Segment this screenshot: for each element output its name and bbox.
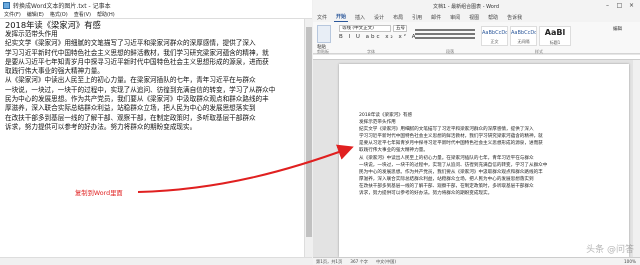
notepad-app-icon bbox=[3, 2, 10, 9]
tab-home[interactable]: 开始 bbox=[334, 13, 349, 22]
tab-tell-me[interactable]: 告诉我 bbox=[505, 14, 524, 22]
status-bar: 第1页，共1页 367 个字 中文(中国) 100% bbox=[313, 257, 640, 265]
style-heading-1[interactable]: AaBl 标题1 bbox=[539, 26, 571, 46]
notepad-window: 转换成Word文本的图片.txt - 记事本 文件(F) 编辑(E) 格式(O)… bbox=[0, 0, 312, 265]
doc-line: 发挥示范带头作用 bbox=[359, 120, 396, 126]
tab-mailings[interactable]: 邮件 bbox=[429, 14, 443, 22]
notepad-line: 民为中心的发展思想。作为共产党员，我们要从《梁家河》中汲取群众观点和群众路线的丰 bbox=[5, 95, 269, 104]
tab-insert[interactable]: 插入 bbox=[353, 14, 367, 22]
notepad-title: 转换成Word文本的图片.txt - 记事本 bbox=[13, 3, 111, 10]
notepad-line: 是要从习近平七年知青岁月中探寻习近平新时代中国特色社会主义思想形成的源泉，进而获 bbox=[5, 57, 269, 66]
format-buttons[interactable]: B I U abc x₂ x² A bbox=[339, 34, 417, 40]
scroll-thumb[interactable] bbox=[306, 27, 312, 237]
desktop: 转换成Word文本的图片.txt - 记事本 文件(F) 编辑(E) 格式(O)… bbox=[0, 0, 640, 265]
notepad-menubar: 文件(F) 编辑(E) 格式(O) 查看(V) 帮助(H) bbox=[0, 11, 312, 19]
close-icon[interactable]: × bbox=[627, 2, 636, 10]
font-name-select[interactable]: 等线 (中文正文) bbox=[339, 25, 391, 32]
doc-line: 诉求，努力提供可以参考的好办法。努力将群众的期盼变成现实。 bbox=[359, 191, 493, 197]
tab-references[interactable]: 引用 bbox=[410, 14, 424, 22]
doc-line: 一块说，一块过，一块干的过程中，实现了从追问、彷徨到充满自信的转变，学习了从群众… bbox=[359, 162, 548, 168]
menu-edit[interactable]: 编辑(E) bbox=[27, 11, 44, 18]
tab-layout[interactable]: 布局 bbox=[391, 14, 405, 22]
tab-design[interactable]: 设计 bbox=[372, 14, 386, 22]
notepad-line: 发挥示范带头作用 bbox=[5, 30, 58, 38]
maximize-icon[interactable]: □ bbox=[615, 2, 624, 10]
document-canvas: 2018年读《梁家河》有感 发挥示范带头作用 纪实文学《梁家河》用细腻的文笔描写… bbox=[313, 60, 640, 257]
doc-line: 在改扶干部多到基层一线的了解干部、观察干部，在制定政策时，多听取基层干部群众 bbox=[359, 183, 534, 189]
ribbon-tabs: 文件 开始 插入 设计 布局 引用 邮件 审阅 视图 帮助 告诉我 bbox=[313, 12, 640, 22]
style-preview: AaBl bbox=[544, 28, 566, 37]
status-word-count: 367 个字 bbox=[350, 258, 368, 264]
style-normal[interactable]: AaBbCcDd 正文 bbox=[481, 26, 508, 46]
doc-line: 厚滋养，深入联合实际总结群众利益，站稳群众立场，把人民为中心的发展思想落实到 bbox=[359, 176, 534, 182]
notepad-text-area[interactable]: 2018年读《梁家河》有感 发挥示范带头作用 纪实文学《梁家河》用细腻的文笔描写… bbox=[3, 19, 304, 259]
notepad-line: 厚滋养，深入联合实际总结群众利益，站稳群众立场，把人民为中心的发展思想落实到 bbox=[5, 104, 256, 113]
notepad-line: 在改扶干部多到基层一线的了解干部、观察干部，在制定政策时，多听取基层干部群众 bbox=[5, 113, 256, 122]
notepad-line: 2018年读《梁家河》有感 bbox=[5, 20, 101, 30]
doc-line: 从《梁家河》中读出人民至上的初心力量。在梁家河插队的七年，青年习近平在与群众 bbox=[359, 155, 534, 161]
style-preview: AaBbCcDd bbox=[482, 30, 507, 36]
menu-view[interactable]: 查看(V) bbox=[74, 11, 91, 18]
style-name: 无间隔 bbox=[517, 39, 530, 44]
notepad-line: 诉求，努力提供可以参考的好办法。努力将群众的期盼变成现实。 bbox=[5, 122, 197, 131]
tab-view[interactable]: 视图 bbox=[467, 14, 481, 22]
status-page: 第1页，共1页 bbox=[316, 258, 343, 264]
doc-line: 纪实文学《梁家河》用细腻的文笔描写了习近平和梁家河群众的深厚感情，提供了深入 bbox=[359, 127, 534, 133]
zoom-level[interactable]: 100% bbox=[624, 259, 640, 264]
doc-line: 是要从习近平七年知青岁月中探寻习近平新时代中国特色社会主义思想形成的源泉，进而获 bbox=[359, 141, 543, 147]
style-name: 正文 bbox=[490, 39, 499, 44]
font-size-select[interactable]: 五号 bbox=[393, 25, 407, 32]
doc-line: 2018年读《梁家河》有感 bbox=[359, 113, 413, 118]
menu-format[interactable]: 格式(O) bbox=[50, 11, 68, 18]
notepad-vertical-scrollbar[interactable] bbox=[304, 19, 312, 257]
copy-annotation-label: 复制到Word里面 bbox=[75, 190, 123, 197]
document-page[interactable]: 2018年读《梁家河》有感 发挥示范带头作用 纪实文学《梁家河》用细腻的文笔描写… bbox=[339, 64, 629, 257]
tab-help[interactable]: 帮助 bbox=[486, 14, 500, 22]
word-titlebar[interactable]: 文档1 - 最新组合图表 - Word – □ × bbox=[313, 0, 640, 12]
doc-line: 学习习近平新时代中国特色社会主义思想的鲜活教材，我们学习研究梁家河蕴含的精神，就 bbox=[359, 134, 543, 140]
ribbon: 粘贴 等线 (中文正文) 五号 B I U abc x₂ x² A AaBbCc… bbox=[313, 22, 640, 54]
minimize-icon[interactable]: – bbox=[603, 2, 612, 10]
notepad-horizontal-scrollbar[interactable] bbox=[0, 257, 312, 265]
word-vertical-scrollbar[interactable] bbox=[633, 60, 640, 257]
doc-line: 取践行伟大事业的强大精神力量。 bbox=[359, 148, 428, 154]
notepad-titlebar[interactable]: 转换成Word文本的图片.txt - 记事本 bbox=[0, 0, 312, 11]
status-language: 中文(中国) bbox=[375, 258, 397, 264]
style-no-spacing[interactable]: AaBbCcDd 无间隔 bbox=[510, 26, 537, 46]
style-name: 标题1 bbox=[549, 40, 561, 45]
word-title: 文档1 - 最新组合图表 - Word bbox=[433, 4, 499, 10]
watermark: 头条 @问答 bbox=[586, 245, 634, 255]
tab-file[interactable]: 文件 bbox=[315, 14, 329, 22]
word-window: 文档1 - 最新组合图表 - Word – □ × 文件 开始 插入 设计 布局… bbox=[313, 0, 640, 265]
style-preview: AaBbCcDd bbox=[511, 30, 536, 36]
document-body[interactable]: 2018年读《梁家河》有感 发挥示范带头作用 纪实文学《梁家河》用细腻的文笔描写… bbox=[359, 112, 619, 197]
doc-line: 民为中心的发展思想。作为共产党员，我们要从《梁家河》中汲取群众观点和群众路线的丰 bbox=[359, 169, 543, 175]
paragraph-controls[interactable] bbox=[415, 27, 475, 41]
notepad-line: 从《梁家河》中读出人民至上的初心力量。在梁家河插队的七年，青年习近平在与群众 bbox=[5, 76, 256, 85]
notepad-line: 纪实文学《梁家河》用细腻的文笔描写了习近平和梁家河群众的深厚感情，提供了深入 bbox=[5, 39, 256, 48]
tab-review[interactable]: 审阅 bbox=[448, 14, 462, 22]
edit-group[interactable]: 编辑 bbox=[613, 27, 635, 33]
notepad-line: 一块说，一块过，一块干的过程中，实现了从追问、彷徨到充满自信的转变，学习了从群众… bbox=[5, 85, 276, 94]
paste-icon[interactable] bbox=[317, 25, 331, 43]
menu-file[interactable]: 文件(F) bbox=[4, 11, 21, 18]
menu-help[interactable]: 帮助(H) bbox=[97, 11, 115, 18]
notepad-line: 学习习近平新时代中国特色社会主义思想的鲜活教材，我们学习研究梁家河蕴含的精神，就 bbox=[5, 48, 269, 57]
